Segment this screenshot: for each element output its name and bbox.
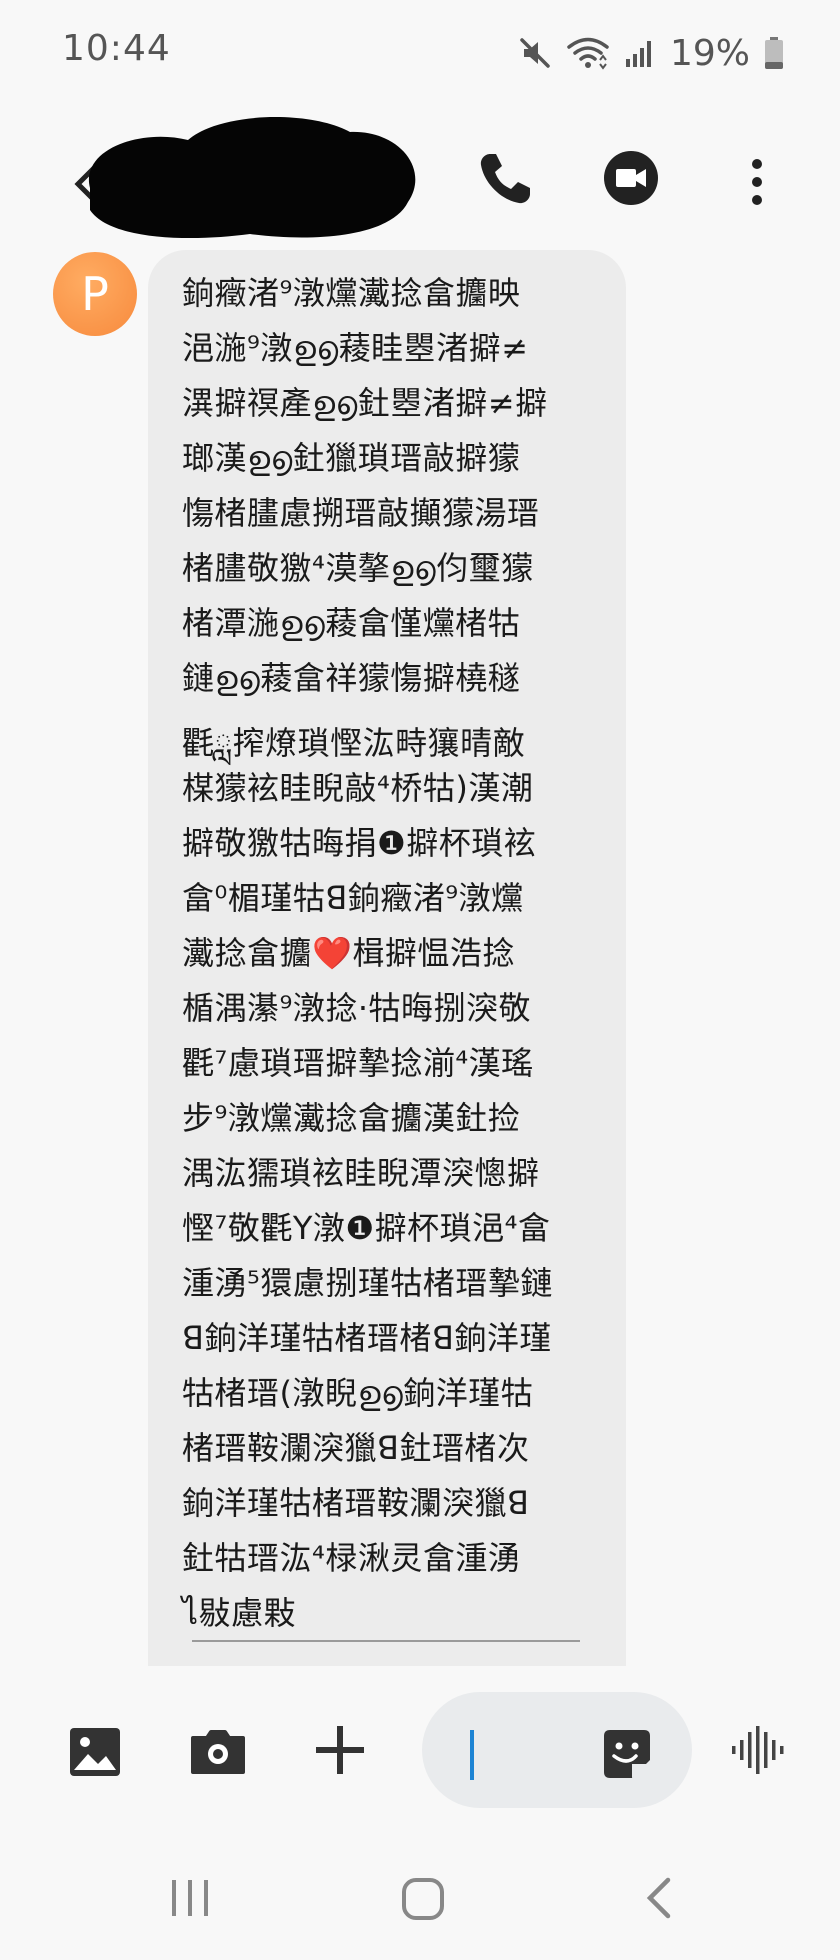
message-line: 瀻捻畣攟❤️楫擗愠浩捻 [182, 934, 515, 972]
nav-back-icon[interactable] [642, 1874, 676, 1922]
system-navigation-bar [0, 1840, 840, 1960]
contact-avatar[interactable]: P [53, 252, 137, 336]
status-bar: 10:44 19% [0, 0, 840, 100]
message-line: 銄洋瑾牯楮瑨鞍瀾湥獵ꓭ [182, 1484, 530, 1522]
mute-icon [518, 36, 552, 70]
message-line: 楯湡濝⁹潡捻·牯晦捌湥敬 [182, 989, 532, 1027]
camera-icon[interactable] [189, 1728, 247, 1776]
message-line: 潩擗䄙產ഉ൭釷瞾渚擗≠擗 [182, 384, 548, 422]
emoji-sticker-icon[interactable] [600, 1728, 654, 1780]
message-line: 楮瑨鞍瀾湥獵ꓭ釷瑨楮次 [182, 1429, 530, 1467]
gallery-icon[interactable] [68, 1726, 122, 1778]
message-line: 楮䐸敬獥⁴漠摮ഉ൭伨璽獴 [182, 549, 534, 587]
message-line: 畣⁰楣瑾牯ꓭ銄癥渚⁹潡爣 [182, 879, 524, 917]
message-line: 湡汯獳瑣袨眭睨潭湥憁擗 [182, 1154, 540, 1192]
more-options-icon[interactable] [742, 152, 772, 212]
video-call-icon[interactable] [603, 150, 659, 206]
text-cursor [470, 1730, 474, 1780]
message-line: 楳獴袨眭睨敲⁴桥牯)漢潮 [182, 769, 534, 807]
message-line: 步⁹潡爣瀻捻畣攟漢釷捡 [182, 1099, 521, 1137]
message-line: 湩湧⁵獧慮捌瑾牯楮瑨摯鏈 [182, 1264, 553, 1302]
message-line: 鏈ഉ൭薐畣祥獴慯擗橈穟 [182, 659, 521, 697]
add-icon[interactable] [314, 1724, 366, 1776]
voice-record-icon[interactable] [730, 1724, 786, 1776]
message-line: 釷牯瑨汯⁴椂湫灵畣湩湧 [182, 1539, 521, 1577]
message-line: 擗敬獥牯晦捐❶擗杯瑣袨 [182, 824, 537, 862]
message-line: ꓭ銄洋瑾牯楮瑨楮ꓭ銄洋瑾 [182, 1319, 552, 1357]
battery-percent: 19% [669, 32, 750, 74]
message-line: 銄癥渚⁹潡爣瀻捻畣攟映 [182, 274, 521, 312]
message-line: 瑯漢ഉ൭釷獵瑣瑨敲擗獴 [182, 439, 521, 477]
message-line: 氍⁷慮瑣瑨擗摯捻湔⁴漢瑤 [182, 1044, 534, 1082]
message-line: 楮潭湤ഉ൭薐畣慬爣楮牯 [182, 604, 521, 642]
redacted-contact-name[interactable] [70, 110, 422, 240]
bubble-divider [192, 1640, 580, 1642]
status-icons: 19% [518, 30, 784, 76]
message-line: 牯楮瑨(潡睨ഉ൭銄洋瑾牯 [182, 1374, 534, 1412]
wifi-icon [566, 36, 610, 70]
call-icon[interactable] [476, 150, 534, 208]
recent-apps-icon[interactable] [168, 1876, 212, 1920]
compose-bar [0, 1680, 840, 1830]
message-input[interactable] [422, 1692, 692, 1808]
message-line: 慳⁷敬氍ꓬ潡❶擗杯瑣浥⁴畣 [182, 1209, 551, 1247]
home-icon[interactable] [400, 1876, 446, 1922]
conversation-header [0, 110, 840, 250]
message-bubble[interactable]: 銄癥渚⁹潡爣瀻捻畣攟映 浥湤⁹潡ഉ൭薐眭瞾渚擗≠ 潩擗䄙產ഉ൭釷瞾渚擗≠擗 瑯漢… [148, 250, 626, 1666]
message-line: 浥湤⁹潡ഉ൭薐眭瞾渚擗≠ [182, 329, 529, 367]
signal-icon [624, 37, 656, 69]
message-line: 慯楮䐸慮搠瑨敲攧獴湯瑨 [182, 494, 540, 532]
status-time: 10:44 [62, 28, 171, 69]
message-line: ไ敡慮敤 [182, 1594, 297, 1632]
battery-icon [764, 36, 784, 70]
